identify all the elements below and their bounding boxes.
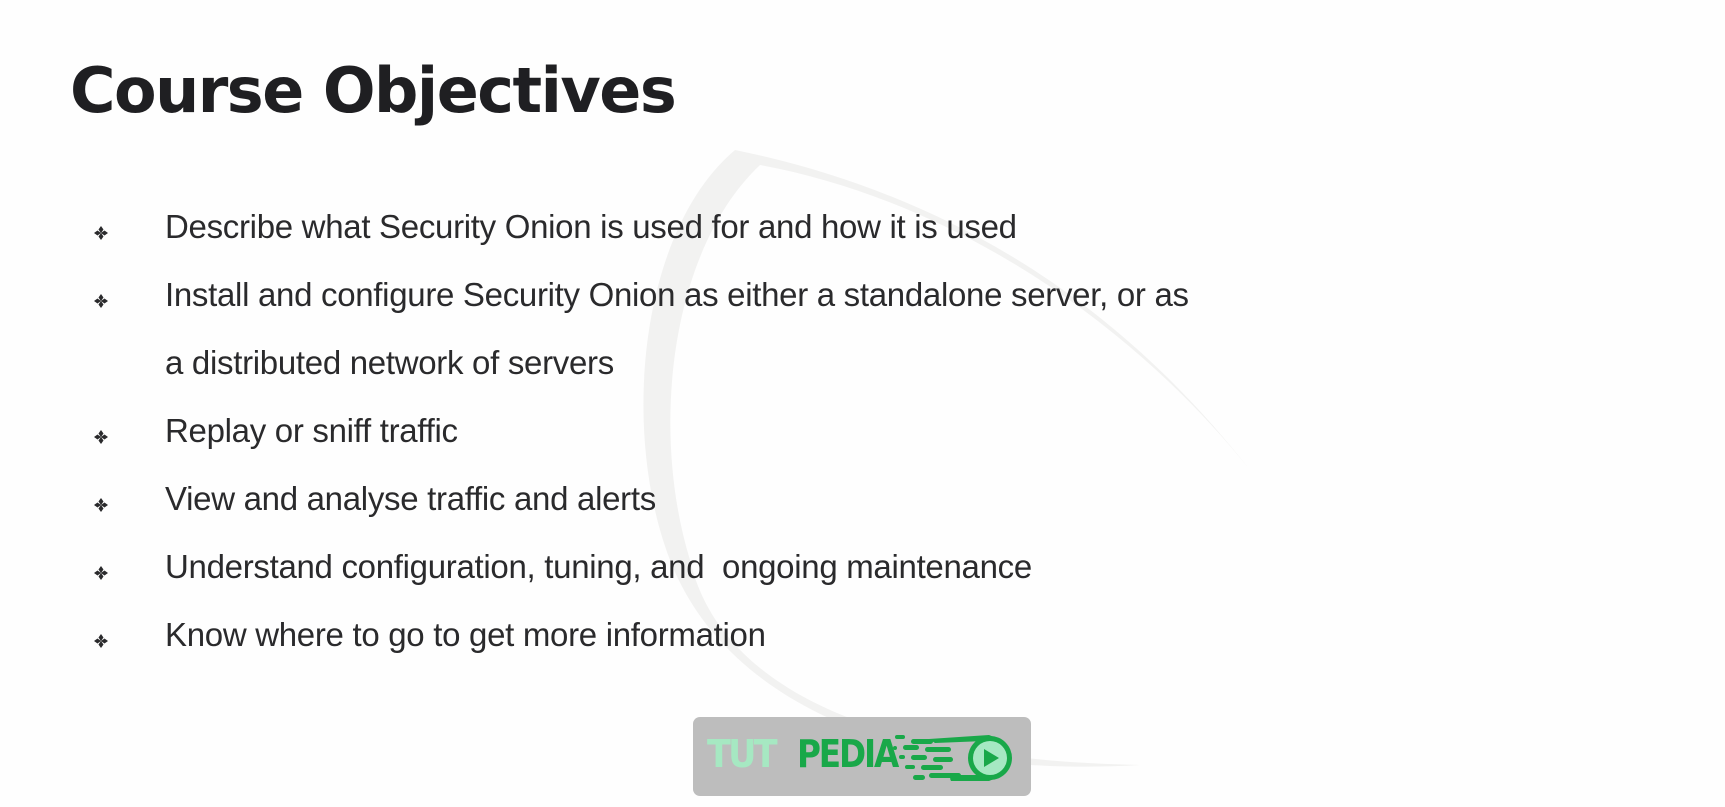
logo-text-pedia: PEDIA	[797, 732, 899, 776]
diamond-four-bullet-icon	[94, 226, 108, 240]
objective-text: Describe what Security Onion is used for…	[165, 208, 1017, 245]
play-circle-icon	[893, 735, 1012, 781]
objective-text: Install and configure Security Onion as …	[165, 276, 1189, 313]
objective-text: Understand configuration, tuning, and on…	[165, 548, 1032, 585]
page-title: Course Objectives	[70, 54, 677, 127]
diamond-four-bullet-icon	[94, 294, 108, 308]
diamond-four-bullet-icon	[94, 498, 108, 512]
diamond-four-bullet-icon	[94, 634, 108, 648]
slide: Course Objectives Describe what Security…	[0, 0, 1725, 807]
tutpedia-logo: TUT PEDIA	[693, 717, 1031, 796]
objective-text: View and analyse traffic and alerts	[165, 480, 656, 517]
diamond-four-bullet-icon	[94, 430, 108, 444]
logo-text-tut: TUT	[707, 732, 778, 776]
objective-text: Know where to go to get more information	[165, 616, 766, 653]
objective-text: Replay or sniff traffic	[165, 412, 458, 449]
objective-text-continued: a distributed network of servers	[165, 344, 614, 381]
diamond-four-bullet-icon	[94, 566, 108, 580]
